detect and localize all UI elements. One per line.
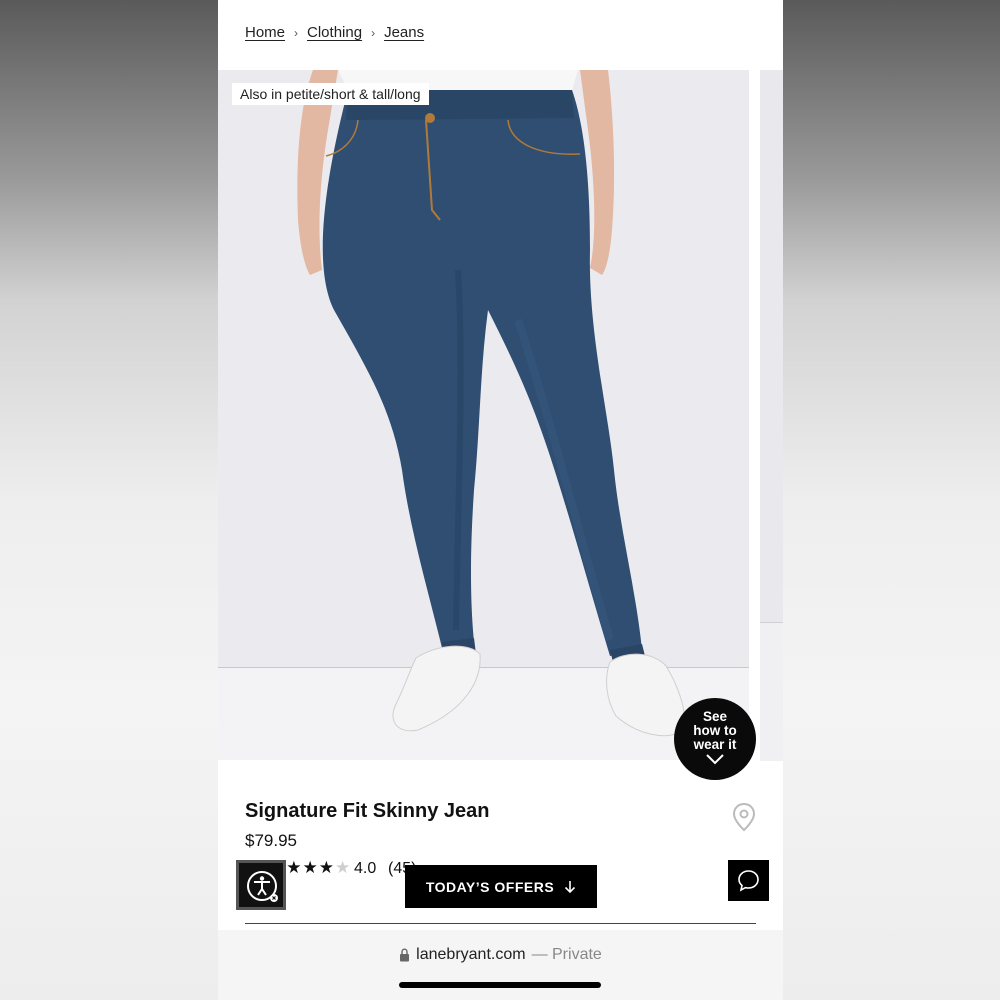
breadcrumb-separator: › <box>371 25 376 40</box>
breadcrumb: Home › Clothing › Jeans <box>245 24 424 41</box>
todays-offers-button[interactable]: TODAY’S OFFERS <box>405 865 597 908</box>
private-label: — Private <box>531 946 602 963</box>
chat-button[interactable] <box>728 860 769 901</box>
stars-empty: ★ <box>334 858 352 877</box>
section-divider <box>245 923 756 924</box>
product-image-gallery[interactable]: Also in petite/short & tall/long <box>218 70 749 760</box>
see-how-to-wear-button[interactable]: See how to wear it <box>674 698 756 780</box>
breadcrumb-jeans[interactable]: Jeans <box>384 24 424 41</box>
rating-value: 4.0 <box>354 860 377 877</box>
home-indicator[interactable] <box>399 982 601 988</box>
chat-bubble-icon <box>738 870 759 892</box>
product-photo <box>297 70 686 737</box>
offers-label: TODAY’S OFFERS <box>425 878 555 895</box>
lock-icon <box>400 948 410 962</box>
breadcrumb-clothing[interactable]: Clothing <box>307 24 362 41</box>
accessibility-button[interactable] <box>236 860 286 910</box>
product-title: Signature Fit Skinny Jean <box>245 800 490 822</box>
browser-address-bar[interactable]: lanebryant.com — Private <box>218 930 783 1000</box>
location-pin-icon[interactable] <box>732 802 756 832</box>
url-domain: lanebryant.com <box>416 946 526 963</box>
arrow-down-icon <box>565 880 576 893</box>
also-available-badge: Also in petite/short & tall/long <box>232 83 429 105</box>
phone-screen: Home › Clothing › Jeans Also in petite/s… <box>218 0 783 1000</box>
product-price: $79.95 <box>245 831 297 850</box>
next-image-peek[interactable] <box>760 70 783 761</box>
breadcrumb-home[interactable]: Home <box>245 24 285 41</box>
chevron-down-icon <box>706 754 724 765</box>
breadcrumb-separator: › <box>294 25 299 40</box>
accessibility-icon <box>247 871 278 902</box>
